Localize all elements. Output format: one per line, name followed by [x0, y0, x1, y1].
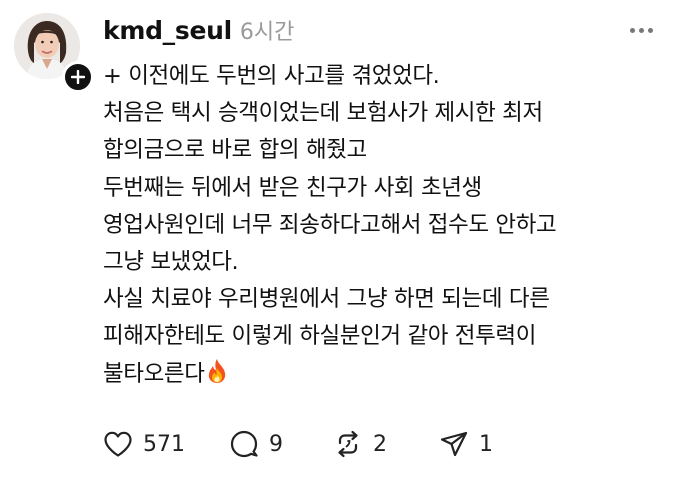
more-options-button[interactable]: [630, 22, 666, 38]
follow-button[interactable]: [62, 61, 94, 93]
like-button[interactable]: 571: [103, 430, 185, 458]
username[interactable]: kmd_seul: [103, 16, 232, 45]
repost-count: 2: [373, 431, 387, 457]
post-text-line: 영업사원인데 너무 죄송하다고해서 접수도 안하고: [103, 211, 557, 238]
post-text-line: 처음은 택시 승객이었는데 보험사가 제시한 최저: [103, 100, 543, 127]
timestamp: 6시간: [239, 20, 295, 45]
more-icon-dot: [639, 27, 644, 33]
post-text-line: 피해자한테도 이렇게 하실분인거 같아 전투력이: [103, 323, 537, 350]
share-count: 1: [479, 431, 493, 457]
repost-button[interactable]: 2: [333, 429, 387, 459]
like-count: 571: [143, 431, 185, 457]
comment-icon: [230, 430, 258, 458]
plus-icon: [71, 70, 85, 84]
post-text-line: 사실 치료야 우리병원에서 그냥 하면 되는데 다른: [103, 286, 550, 313]
avatar-container: [14, 13, 94, 93]
post-text-line: 두번째는 뒤에서 받은 친구가 사회 초년생: [103, 174, 482, 201]
repost-icon: [338, 430, 358, 458]
more-icon-dot: [648, 27, 653, 33]
heart-icon: [104, 431, 132, 457]
post-text-line: 합의금으로 바로 합의 해줬고: [103, 137, 367, 164]
post-text: + 이전에도 두번의 사고를 겪었었다. 처음은 택시 승객이었는데 보험사가 …: [103, 58, 673, 393]
reply-button[interactable]: 9: [229, 429, 283, 459]
share-button[interactable]: 1: [439, 429, 493, 459]
reply-count: 9: [269, 431, 283, 457]
action-bar: 571 9 2 1: [103, 424, 493, 464]
fire-emoji: [208, 358, 225, 383]
send-icon: [440, 431, 468, 457]
post-text-line: 불타오른다: [103, 360, 205, 387]
post-text-line: + 이전에도 두번의 사고를 겪었었다.: [103, 63, 440, 89]
post-header: kmd_seul 6시간: [103, 14, 294, 48]
more-icon: [630, 27, 635, 33]
post-text-last-line: 불타오른다: [103, 356, 673, 393]
post-text-line: 그냥 보냈었다.: [103, 249, 239, 276]
